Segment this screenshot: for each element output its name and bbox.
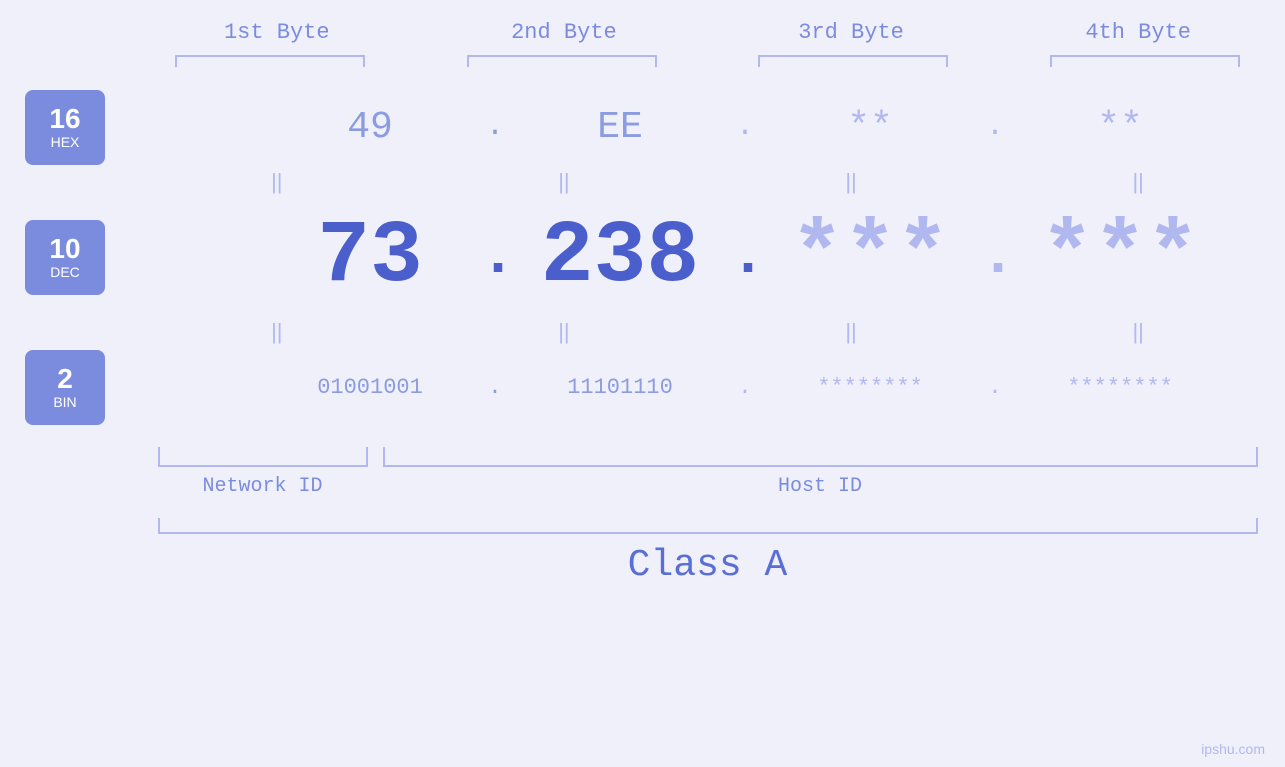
dec-b3: *** [760,208,980,307]
bin-b3: ******** [760,375,980,400]
header-byte2: 2nd Byte [454,20,674,45]
bin-values-row: 01001001 . 11101110 . ******** . *******… [260,375,1285,400]
bracket-1 [175,55,365,67]
main-container: 1st Byte 2nd Byte 3rd Byte 4th Byte 16 H… [0,0,1285,767]
hex-label: 16 HEX [0,90,130,165]
bottom-brackets [158,437,1258,467]
dot-dec-2: . [730,223,760,291]
eq2-b3: || [741,319,961,345]
dot-bin-3: . [980,375,1010,400]
class-section: Class A [158,518,1258,587]
dot-bin-2: . [730,375,760,400]
bin-label: 2 BIN [0,350,130,425]
eq2-b4: || [1028,319,1248,345]
eq1-b1: || [167,169,387,195]
dot-hex-2: . [730,110,760,144]
dec-b1: 73 [260,208,480,307]
dec-label: 10 DEC [0,220,130,295]
hex-label-box: 16 HEX [25,90,105,165]
hex-values-row: 49 . EE . ** . ** [260,106,1285,149]
header-byte3: 3rd Byte [741,20,961,45]
eq1-b4: || [1028,169,1248,195]
dec-values-row: 73 . 238 . *** . *** [260,208,1285,307]
dot-hex-3: . [980,110,1010,144]
top-brackets [158,55,1258,67]
class-label: Class A [158,544,1258,587]
eq2-b1: || [167,319,387,345]
bin-b1: 01001001 [260,375,480,400]
bin-label-box: 2 BIN [25,350,105,425]
bracket-2 [467,55,657,67]
dec-b2: 238 [510,208,730,307]
network-bracket [158,447,368,467]
equals-row-2: || || || || [158,317,1258,347]
hex-b2: EE [510,106,730,149]
eq1-b2: || [454,169,674,195]
hex-b4: ** [1010,106,1230,149]
dec-label-box: 10 DEC [25,220,105,295]
bracket-4 [1050,55,1240,67]
watermark: ipshu.com [1201,741,1265,757]
dec-row: 10 DEC 73 . 238 . *** . *** [0,197,1285,317]
host-bracket [383,447,1258,467]
hex-b3: ** [760,106,980,149]
bottom-labels: Network ID Host ID [158,475,1258,498]
dot-dec-1: . [480,223,510,291]
dot-dec-3: . [980,223,1010,291]
header-byte4: 4th Byte [1028,20,1248,45]
bin-b4: ******** [1010,375,1230,400]
byte-headers: 1st Byte 2nd Byte 3rd Byte 4th Byte [158,20,1258,45]
network-id-label: Network ID [158,475,368,498]
class-bracket [158,518,1258,534]
host-id-label: Host ID [383,475,1258,498]
dot-bin-1: . [480,375,510,400]
equals-row-1: || || || || [158,167,1258,197]
hex-b1: 49 [260,106,480,149]
hex-row: 16 HEX 49 . EE . ** . ** [0,87,1285,167]
bottom-section: Network ID Host ID Class A [158,437,1258,587]
bracket-3 [758,55,948,67]
bin-row: 2 BIN 01001001 . 11101110 . ******** . *… [0,347,1285,427]
eq1-b3: || [741,169,961,195]
header-byte1: 1st Byte [167,20,387,45]
eq2-b2: || [454,319,674,345]
dec-b4: *** [1010,208,1230,307]
bin-b2: 11101110 [510,375,730,400]
dot-hex-1: . [480,110,510,144]
